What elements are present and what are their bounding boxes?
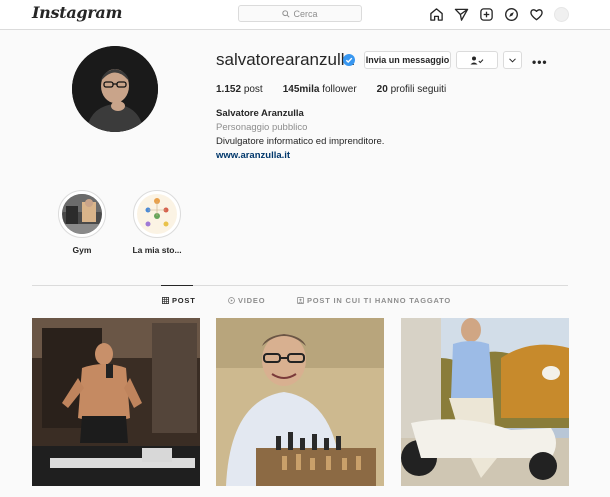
instagram-logo[interactable]: Instagram	[32, 3, 122, 22]
search-icon	[282, 9, 291, 18]
tabs-divider	[32, 285, 568, 286]
highlight-label: Gym	[72, 245, 92, 255]
top-navigation-bar: Instagram Cerca	[0, 0, 610, 30]
post-thumbnail[interactable]	[216, 318, 384, 486]
highlight-gym[interactable]: Gym	[58, 190, 106, 255]
grid-icon	[162, 297, 169, 304]
tagged-icon	[297, 297, 304, 304]
explore-icon[interactable]	[503, 6, 519, 22]
highlight-la-mia-storia[interactable]: La mia sto...	[132, 190, 182, 255]
following-button[interactable]	[456, 51, 498, 69]
active-tab-indicator	[161, 285, 193, 286]
profile-stats: 1.152 post 145mila follower 20 profili s…	[216, 84, 466, 95]
highlight-label: La mia sto...	[132, 245, 182, 255]
search-placeholder: Cerca	[293, 8, 318, 19]
more-options-icon[interactable]: •••	[532, 55, 548, 69]
followers-count[interactable]: 145mila follower	[283, 84, 357, 95]
send-message-button[interactable]: Invia un messaggio	[364, 51, 451, 69]
tab-post[interactable]: POST	[162, 296, 196, 305]
activity-icon[interactable]	[528, 6, 544, 22]
posts-count[interactable]: 1.152 post	[216, 84, 263, 95]
full-name: Salvatore Aranzulla	[216, 108, 304, 119]
post-thumbnail[interactable]	[401, 318, 569, 486]
profile-avatar[interactable]	[553, 6, 569, 22]
home-icon[interactable]	[428, 6, 444, 22]
website-link[interactable]: www.aranzulla.it	[216, 149, 384, 163]
following-count[interactable]: 20 profili seguiti	[377, 84, 447, 95]
direct-icon[interactable]	[453, 6, 469, 22]
tab-tagged[interactable]: POST IN CUI TI HANNO TAGGATO	[297, 296, 451, 305]
new-post-icon[interactable]	[478, 6, 494, 22]
user-check-icon	[470, 56, 484, 64]
tab-video[interactable]: VIDEO	[228, 296, 265, 305]
verified-badge-icon	[343, 54, 355, 66]
profile-username: salvatorearanzulla	[216, 50, 354, 69]
suggestions-button[interactable]	[503, 51, 522, 69]
video-icon	[228, 297, 235, 304]
search-input[interactable]: Cerca	[238, 5, 362, 22]
bio-text: Divulgatore informatico ed imprenditore.	[216, 136, 385, 147]
profile-bio: Salvatore Aranzulla Personaggio pubblico…	[216, 107, 384, 163]
category-label: Personaggio pubblico	[216, 122, 308, 133]
post-thumbnail[interactable]	[32, 318, 200, 486]
chevron-down-icon	[509, 57, 516, 63]
profile-picture[interactable]	[72, 46, 158, 132]
